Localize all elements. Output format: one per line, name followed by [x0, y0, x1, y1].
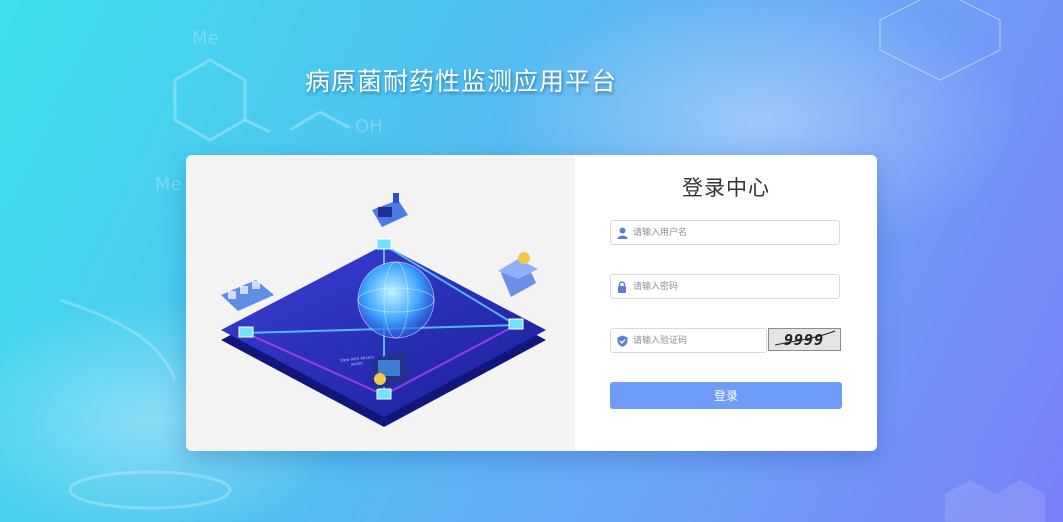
- login-button[interactable]: 登录: [610, 382, 842, 409]
- login-title: 登录中心: [682, 176, 770, 200]
- login-form: 登录中心 9999 登录: [575, 155, 877, 451]
- svg-text:OH: OH: [355, 116, 383, 137]
- isometric-network-illustration: [221, 193, 546, 427]
- captcha-image[interactable]: 9999: [768, 328, 841, 351]
- password-field: [610, 274, 840, 299]
- username-input[interactable]: [633, 222, 839, 243]
- password-input[interactable]: [633, 276, 839, 297]
- lock-icon: [611, 275, 633, 298]
- captcha-code: 9999: [784, 331, 825, 349]
- username-field: [610, 220, 840, 245]
- app-title: 病原菌耐药性监测应用平台: [305, 67, 618, 96]
- svg-text:Me: Me: [192, 28, 219, 49]
- shield-icon: [611, 329, 633, 352]
- user-icon: [611, 221, 633, 244]
- login-card: View with bitcoin wallet 登录中心 9: [186, 155, 877, 451]
- svg-text:Me: Me: [155, 174, 182, 195]
- captcha-input[interactable]: [633, 330, 766, 351]
- captcha-field: [610, 328, 767, 353]
- login-illustration: View with bitcoin wallet: [186, 155, 575, 451]
